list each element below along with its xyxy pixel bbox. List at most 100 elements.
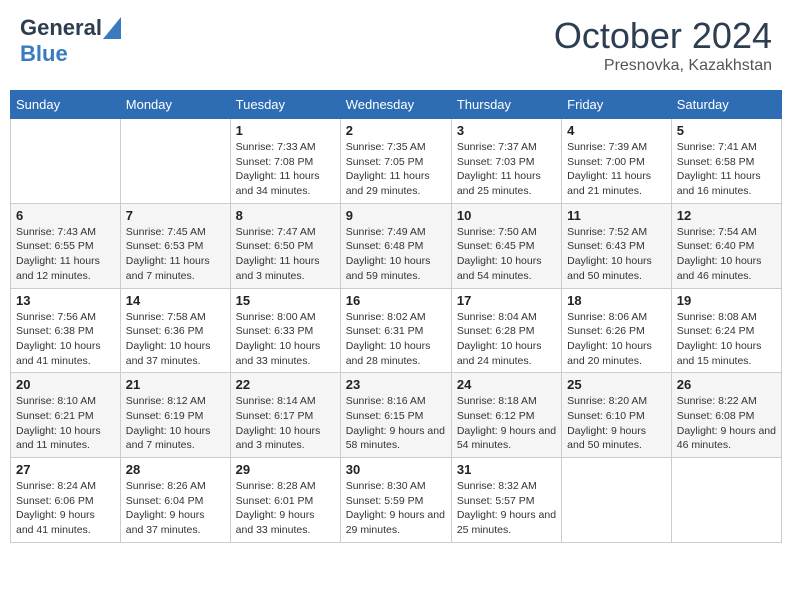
day-info: Sunrise: 8:08 AM Sunset: 6:24 PM Dayligh… [677, 310, 776, 369]
calendar-cell: 16Sunrise: 8:02 AM Sunset: 6:31 PM Dayli… [340, 288, 451, 373]
calendar-cell: 22 Sunrise: 8:14 AM Sunset: 6:17 PM Dayli… [230, 373, 340, 458]
calendar-cell: 7 Sunrise: 7:45 AM Sunset: 6:53 PM Daylig… [120, 203, 230, 288]
day-info: Sunrise: 7:33 AM Sunset: 7:08 PM Dayligh… [236, 140, 335, 199]
day-number: 12 [677, 208, 776, 223]
day-info: Sunrise: 8:32 AM Sunset: 5:57 PM Dayligh… [457, 479, 556, 538]
calendar-week-row: 13Sunrise: 7:56 AM Sunset: 6:38 PM Dayli… [11, 288, 782, 373]
calendar-cell: 20 Sunrise: 8:10 AM Sunset: 6:21 PM Dayli… [11, 373, 121, 458]
day-number: 25 [567, 377, 666, 392]
day-info: Sunrise: 7:37 AM Sunset: 7:03 PM Dayligh… [457, 140, 556, 199]
weekday-header: Monday [120, 91, 230, 119]
day-number: 22 [236, 377, 335, 392]
calendar-cell: 8 Sunrise: 7:47 AM Sunset: 6:50 PM Daylig… [230, 203, 340, 288]
day-number: 19 [677, 293, 776, 308]
logo-line1: General [20, 15, 102, 41]
calendar-cell: 14Sunrise: 7:58 AM Sunset: 6:36 PM Dayli… [120, 288, 230, 373]
calendar-cell: 18Sunrise: 8:06 AM Sunset: 6:26 PM Dayli… [562, 288, 672, 373]
calendar-cell: 3 Sunrise: 7:37 AM Sunset: 7:03 PM Daylig… [451, 119, 561, 204]
day-number: 10 [457, 208, 556, 223]
weekday-header: Wednesday [340, 91, 451, 119]
day-number: 6 [16, 208, 115, 223]
page-header: General Blue October 2024 Presnovka, Kaz… [10, 10, 782, 80]
logo: General Blue [20, 15, 122, 68]
calendar-cell: 11 Sunrise: 7:52 AM Sunset: 6:43 PM Dayli… [562, 203, 672, 288]
calendar-cell: 9Sunrise: 7:49 AM Sunset: 6:48 PM Daylig… [340, 203, 451, 288]
day-info: Sunrise: 8:28 AM Sunset: 6:01 PM Dayligh… [236, 479, 335, 538]
day-number: 31 [457, 462, 556, 477]
calendar-cell: 30Sunrise: 8:30 AM Sunset: 5:59 PM Dayli… [340, 458, 451, 543]
calendar-cell: 15Sunrise: 8:00 AM Sunset: 6:33 PM Dayli… [230, 288, 340, 373]
weekday-header: Saturday [671, 91, 781, 119]
calendar-cell: 23Sunrise: 8:16 AM Sunset: 6:15 PM Dayli… [340, 373, 451, 458]
logo-line2: Blue [20, 41, 122, 67]
day-number: 1 [236, 123, 335, 138]
day-info: Sunrise: 7:43 AM Sunset: 6:55 PM Dayligh… [16, 225, 115, 284]
calendar-cell: 31 Sunrise: 8:32 AM Sunset: 5:57 PM Dayli… [451, 458, 561, 543]
title-block: October 2024 Presnovka, Kazakhstan [554, 15, 772, 75]
calendar-cell: 24 Sunrise: 8:18 AM Sunset: 6:12 PM Dayli… [451, 373, 561, 458]
day-info: Sunrise: 7:54 AM Sunset: 6:40 PM Dayligh… [677, 225, 776, 284]
day-info: Sunrise: 7:52 AM Sunset: 6:43 PM Dayligh… [567, 225, 666, 284]
day-number: 2 [346, 123, 446, 138]
day-number: 20 [16, 377, 115, 392]
day-number: 9 [346, 208, 446, 223]
day-info: Sunrise: 8:30 AM Sunset: 5:59 PM Dayligh… [346, 479, 446, 538]
calendar-cell: 19 Sunrise: 8:08 AM Sunset: 6:24 PM Dayli… [671, 288, 781, 373]
day-info: Sunrise: 7:41 AM Sunset: 6:58 PM Dayligh… [677, 140, 776, 199]
weekday-header: Sunday [11, 91, 121, 119]
calendar-cell: 10 Sunrise: 7:50 AM Sunset: 6:45 PM Dayli… [451, 203, 561, 288]
calendar-week-row: 27 Sunrise: 8:24 AM Sunset: 6:06 PM Dayli… [11, 458, 782, 543]
day-info: Sunrise: 8:18 AM Sunset: 6:12 PM Dayligh… [457, 394, 556, 453]
day-number: 24 [457, 377, 556, 392]
day-number: 17 [457, 293, 556, 308]
day-number: 3 [457, 123, 556, 138]
day-info: Sunrise: 7:50 AM Sunset: 6:45 PM Dayligh… [457, 225, 556, 284]
calendar-cell: 26Sunrise: 8:22 AM Sunset: 6:08 PM Dayli… [671, 373, 781, 458]
day-number: 7 [126, 208, 225, 223]
day-info: Sunrise: 8:14 AM Sunset: 6:17 PM Dayligh… [236, 394, 335, 453]
calendar-cell: 21Sunrise: 8:12 AM Sunset: 6:19 PM Dayli… [120, 373, 230, 458]
month-title: October 2024 [554, 15, 772, 57]
day-info: Sunrise: 7:56 AM Sunset: 6:38 PM Dayligh… [16, 310, 115, 369]
day-number: 29 [236, 462, 335, 477]
calendar-cell: 27 Sunrise: 8:24 AM Sunset: 6:06 PM Dayli… [11, 458, 121, 543]
weekday-header-row: SundayMondayTuesdayWednesdayThursdayFrid… [11, 91, 782, 119]
day-number: 5 [677, 123, 776, 138]
day-info: Sunrise: 7:58 AM Sunset: 6:36 PM Dayligh… [126, 310, 225, 369]
day-info: Sunrise: 7:45 AM Sunset: 6:53 PM Dayligh… [126, 225, 225, 284]
day-info: Sunrise: 8:04 AM Sunset: 6:28 PM Dayligh… [457, 310, 556, 369]
day-number: 8 [236, 208, 335, 223]
day-number: 11 [567, 208, 666, 223]
calendar-week-row: 1 Sunrise: 7:33 AM Sunset: 7:08 PM Daylig… [11, 119, 782, 204]
calendar-cell [562, 458, 672, 543]
logo-text: General Blue [20, 15, 122, 68]
logo-arrow-icon [103, 17, 121, 39]
day-info: Sunrise: 7:39 AM Sunset: 7:00 PM Dayligh… [567, 140, 666, 199]
day-info: Sunrise: 8:22 AM Sunset: 6:08 PM Dayligh… [677, 394, 776, 453]
calendar-cell: 29 Sunrise: 8:28 AM Sunset: 6:01 PM Dayli… [230, 458, 340, 543]
day-info: Sunrise: 8:24 AM Sunset: 6:06 PM Dayligh… [16, 479, 115, 538]
day-info: Sunrise: 8:26 AM Sunset: 6:04 PM Dayligh… [126, 479, 225, 538]
calendar-cell: 1 Sunrise: 7:33 AM Sunset: 7:08 PM Daylig… [230, 119, 340, 204]
day-info: Sunrise: 7:35 AM Sunset: 7:05 PM Dayligh… [346, 140, 446, 199]
calendar-cell: 13Sunrise: 7:56 AM Sunset: 6:38 PM Dayli… [11, 288, 121, 373]
day-info: Sunrise: 8:00 AM Sunset: 6:33 PM Dayligh… [236, 310, 335, 369]
day-info: Sunrise: 8:06 AM Sunset: 6:26 PM Dayligh… [567, 310, 666, 369]
calendar-cell: 12 Sunrise: 7:54 AM Sunset: 6:40 PM Dayli… [671, 203, 781, 288]
day-number: 4 [567, 123, 666, 138]
weekday-header: Tuesday [230, 91, 340, 119]
day-number: 23 [346, 377, 446, 392]
day-info: Sunrise: 8:10 AM Sunset: 6:21 PM Dayligh… [16, 394, 115, 453]
day-number: 16 [346, 293, 446, 308]
calendar-cell [11, 119, 121, 204]
calendar-table: SundayMondayTuesdayWednesdayThursdayFrid… [10, 90, 782, 543]
calendar-cell: 25Sunrise: 8:20 AM Sunset: 6:10 PM Dayli… [562, 373, 672, 458]
day-number: 28 [126, 462, 225, 477]
calendar-week-row: 6 Sunrise: 7:43 AM Sunset: 6:55 PM Daylig… [11, 203, 782, 288]
calendar-cell: 4 Sunrise: 7:39 AM Sunset: 7:00 PM Daylig… [562, 119, 672, 204]
day-number: 27 [16, 462, 115, 477]
calendar-cell: 5 Sunrise: 7:41 AM Sunset: 6:58 PM Daylig… [671, 119, 781, 204]
day-info: Sunrise: 8:12 AM Sunset: 6:19 PM Dayligh… [126, 394, 225, 453]
day-info: Sunrise: 7:47 AM Sunset: 6:50 PM Dayligh… [236, 225, 335, 284]
calendar-cell [671, 458, 781, 543]
